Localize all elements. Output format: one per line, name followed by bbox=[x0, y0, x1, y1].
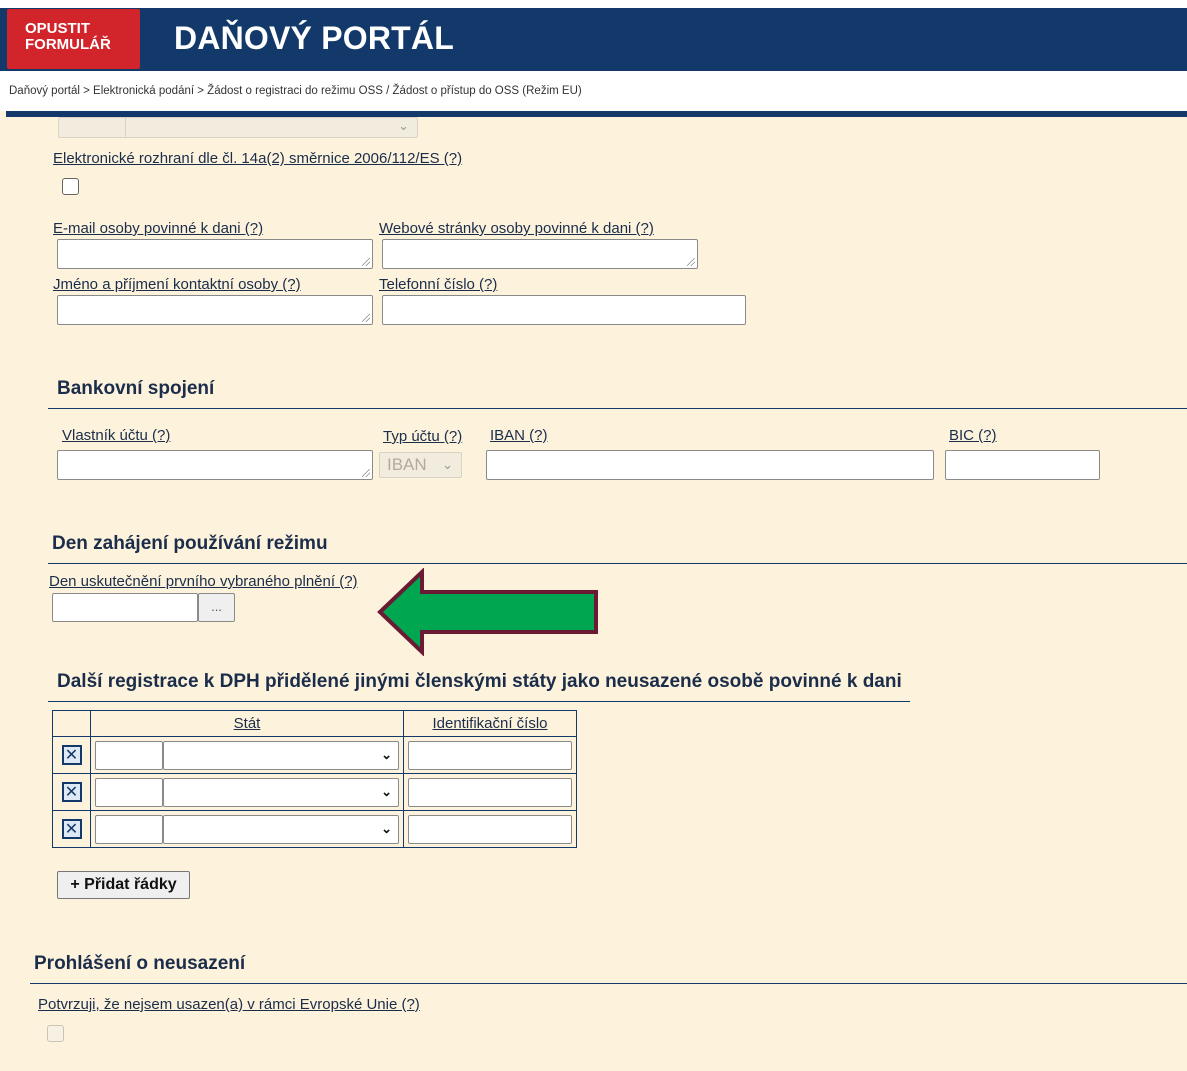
add-rows-button[interactable]: + Přidat řádky bbox=[57, 871, 190, 899]
chevron-down-icon: ⌄ bbox=[381, 820, 392, 836]
other-registrations-title: Další registrace k DPH přidělené jinými … bbox=[57, 671, 902, 692]
id-cell bbox=[403, 773, 577, 811]
phone-label[interactable]: Telefonní číslo (?) bbox=[379, 276, 497, 293]
declaration-section-rule bbox=[30, 983, 1187, 984]
state-cell: ⌄ bbox=[90, 773, 404, 811]
not-established-label[interactable]: Potvrzuji, že nejsem usazen(a) v rámci E… bbox=[38, 996, 420, 1013]
id-cell bbox=[403, 810, 577, 848]
date-picker-button[interactable]: ... bbox=[198, 593, 235, 622]
id-number-input[interactable] bbox=[408, 777, 572, 807]
table-header-row: Stát Identifikační číslo bbox=[52, 710, 577, 737]
website-label[interactable]: Webové stránky osoby povinné k dani (?) bbox=[379, 220, 654, 237]
bank-section-title: Bankovní spojení bbox=[57, 378, 215, 399]
state-select[interactable]: ⌄ bbox=[163, 740, 399, 770]
other-registrations-table: Stát Identifikační číslo ✕ ⌄ ✕ ⌄ ✕ ⌄ bbox=[52, 710, 577, 848]
table-header-blank bbox=[52, 710, 91, 737]
chevron-down-icon: ⌄ bbox=[381, 746, 392, 762]
website-field[interactable] bbox=[382, 239, 698, 269]
electronic-interface-checkbox[interactable] bbox=[62, 178, 79, 195]
account-owner-field[interactable] bbox=[57, 450, 373, 480]
electronic-interface-label[interactable]: Elektronické rozhraní dle čl. 14a(2) smě… bbox=[53, 150, 462, 167]
start-section-rule bbox=[48, 563, 1187, 564]
column-header-id[interactable]: Identifikační číslo bbox=[403, 710, 577, 737]
other-registrations-rule bbox=[48, 701, 910, 702]
account-type-select: IBAN ⌄ bbox=[379, 452, 462, 478]
country-select-disabled: ⌄ bbox=[58, 117, 418, 138]
first-supply-label[interactable]: Den uskutečnění prvního vybraného plnění… bbox=[49, 573, 358, 590]
delete-cell: ✕ bbox=[52, 773, 91, 811]
state-code-input[interactable] bbox=[95, 814, 163, 844]
account-owner-label[interactable]: Vlastník účtu (?) bbox=[62, 427, 170, 444]
iban-label[interactable]: IBAN (?) bbox=[490, 427, 548, 444]
chevron-down-icon: ⌄ bbox=[381, 783, 392, 799]
email-field[interactable] bbox=[57, 239, 373, 269]
table-row: ✕ ⌄ bbox=[52, 810, 577, 848]
chevron-down-icon: ⌄ bbox=[442, 457, 453, 472]
exit-form-button[interactable]: OPUSTIT FORMULÁŘ bbox=[7, 9, 140, 69]
id-number-input[interactable] bbox=[408, 740, 572, 770]
start-section-title: Den zahájení používání režimu bbox=[52, 533, 328, 554]
delete-cell: ✕ bbox=[52, 736, 91, 774]
contact-name-field[interactable] bbox=[57, 295, 373, 325]
column-header-state[interactable]: Stát bbox=[90, 710, 404, 737]
green-arrow-icon bbox=[377, 568, 598, 656]
select-divider bbox=[125, 118, 126, 137]
exit-form-label-line2: FORMULÁŘ bbox=[25, 36, 111, 53]
first-supply-date-field[interactable] bbox=[52, 593, 198, 622]
table-row: ✕ ⌄ bbox=[52, 736, 577, 774]
bic-label[interactable]: BIC (?) bbox=[949, 427, 997, 444]
breadcrumb-bar: Daňový portál > Elektronická podání > Žá… bbox=[0, 71, 1187, 111]
id-cell bbox=[403, 736, 577, 774]
id-number-input[interactable] bbox=[408, 814, 572, 844]
top-header: OPUSTIT FORMULÁŘ DAŇOVÝ PORTÁL bbox=[0, 0, 1187, 71]
state-select[interactable]: ⌄ bbox=[163, 777, 399, 807]
state-select[interactable]: ⌄ bbox=[163, 814, 399, 844]
chevron-down-icon: ⌄ bbox=[398, 118, 409, 133]
state-code-input[interactable] bbox=[95, 740, 163, 770]
account-type-label[interactable]: Typ účtu (?) bbox=[383, 428, 462, 445]
contact-name-label[interactable]: Jméno a příjmení kontaktní osoby (?) bbox=[53, 276, 301, 293]
delete-row-icon[interactable]: ✕ bbox=[61, 782, 82, 802]
table-row: ✕ ⌄ bbox=[52, 773, 577, 811]
delete-cell: ✕ bbox=[52, 810, 91, 848]
email-label[interactable]: E-mail osoby povinné k dani (?) bbox=[53, 220, 263, 237]
breadcrumb: Daňový portál > Elektronická podání > Žá… bbox=[9, 85, 582, 97]
delete-row-icon[interactable]: ✕ bbox=[61, 745, 82, 765]
iban-field[interactable] bbox=[486, 450, 934, 480]
delete-row-icon[interactable]: ✕ bbox=[61, 819, 82, 839]
state-cell: ⌄ bbox=[90, 736, 404, 774]
account-type-value: IBAN bbox=[387, 455, 427, 474]
bank-section-rule bbox=[48, 408, 1187, 409]
state-code-input[interactable] bbox=[95, 777, 163, 807]
declaration-section-title: Prohlášení o neusazení bbox=[34, 953, 246, 974]
bic-field[interactable] bbox=[945, 450, 1100, 480]
phone-field[interactable] bbox=[382, 295, 746, 325]
state-cell: ⌄ bbox=[90, 810, 404, 848]
portal-title: DAŇOVÝ PORTÁL bbox=[174, 20, 454, 56]
header-top-strip bbox=[0, 0, 1187, 8]
exit-form-label-line1: OPUSTIT bbox=[25, 20, 91, 37]
not-established-checkbox[interactable] bbox=[47, 1025, 64, 1042]
